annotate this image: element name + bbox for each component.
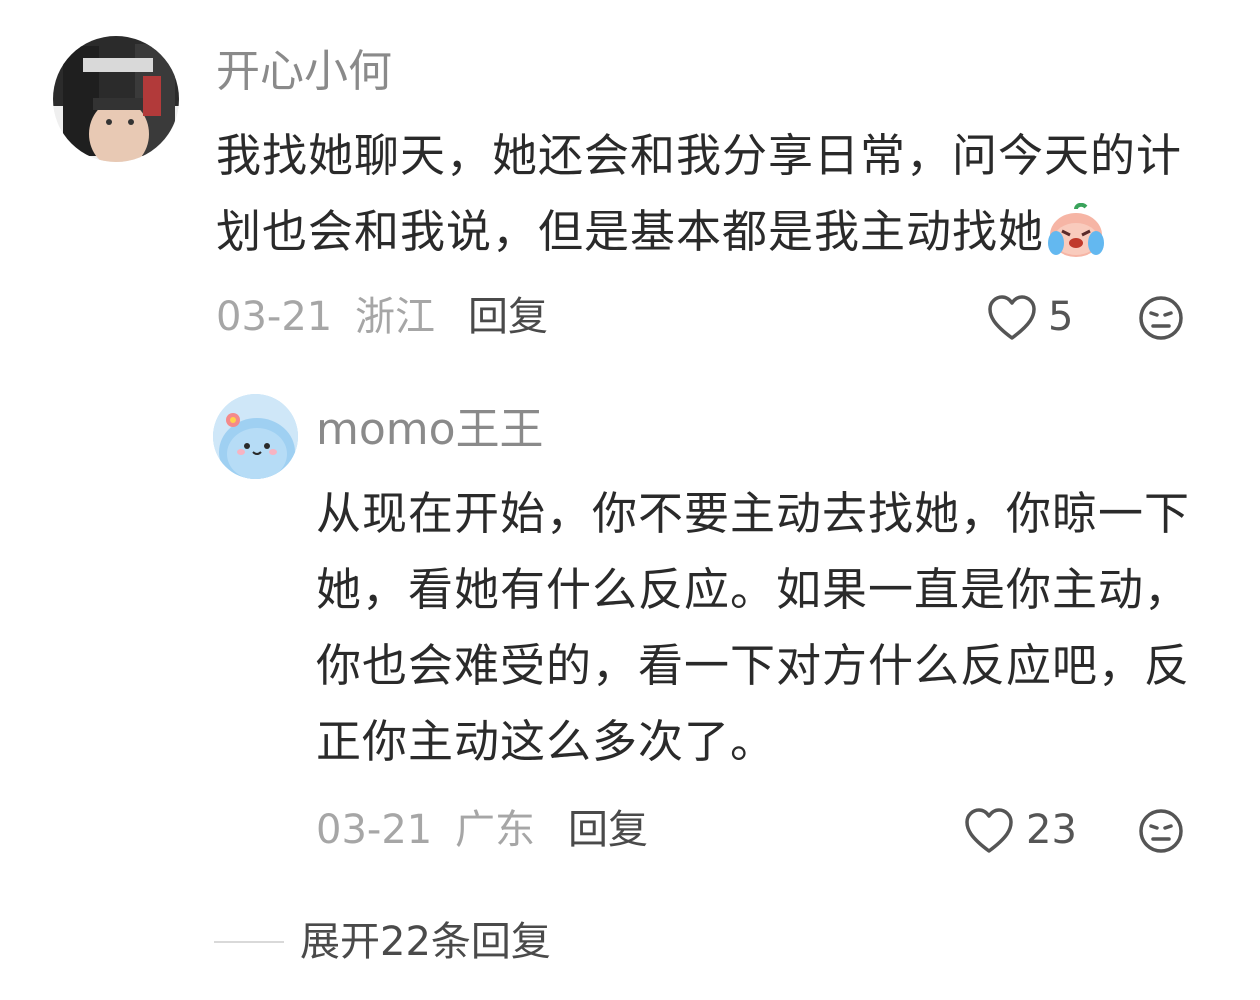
comment-like-count: 5 <box>1048 294 1074 340</box>
reply-text: 从现在开始，你不要主动去找她，你晾一下她，看她有什么反应。如果一直是你主动，你也… <box>316 487 1191 768</box>
reply-reply-button[interactable]: 回复 <box>568 802 648 858</box>
reply-date: 03-21 <box>316 807 433 853</box>
comment-text-content: 我找她聊天，她还会和我分享日常，问今天的计划也会和我说，但是基本都是我主动找她 <box>216 129 1183 258</box>
reply-meta: 03-21 广东 <box>316 802 535 858</box>
heart-icon[interactable] <box>987 294 1037 342</box>
dislike-face-icon[interactable] <box>1138 295 1184 341</box>
crying-face-icon <box>1046 203 1106 259</box>
avatar-commenter[interactable] <box>53 36 179 162</box>
comment-reply-button[interactable]: 回复 <box>468 289 548 345</box>
avatar-replier[interactable] <box>213 394 298 479</box>
reply-location: 广东 <box>454 807 535 853</box>
expand-divider <box>214 941 284 943</box>
dislike-face-icon[interactable] <box>1138 808 1184 854</box>
expand-replies-button[interactable]: 展开22条回复 <box>300 914 551 970</box>
comment-date: 03-21 <box>216 294 333 340</box>
replier-name[interactable]: momo王王 <box>316 402 544 458</box>
comment-text: 我找她聊天，她还会和我分享日常，问今天的计划也会和我说，但是基本都是我主动找她 <box>216 118 1206 270</box>
comment-meta: 03-21 浙江 <box>216 289 435 345</box>
comment-location: 浙江 <box>354 294 435 340</box>
reply-like-count: 23 <box>1026 807 1077 853</box>
commenter-name[interactable]: 开心小何 <box>216 44 392 100</box>
heart-icon[interactable] <box>964 807 1014 855</box>
